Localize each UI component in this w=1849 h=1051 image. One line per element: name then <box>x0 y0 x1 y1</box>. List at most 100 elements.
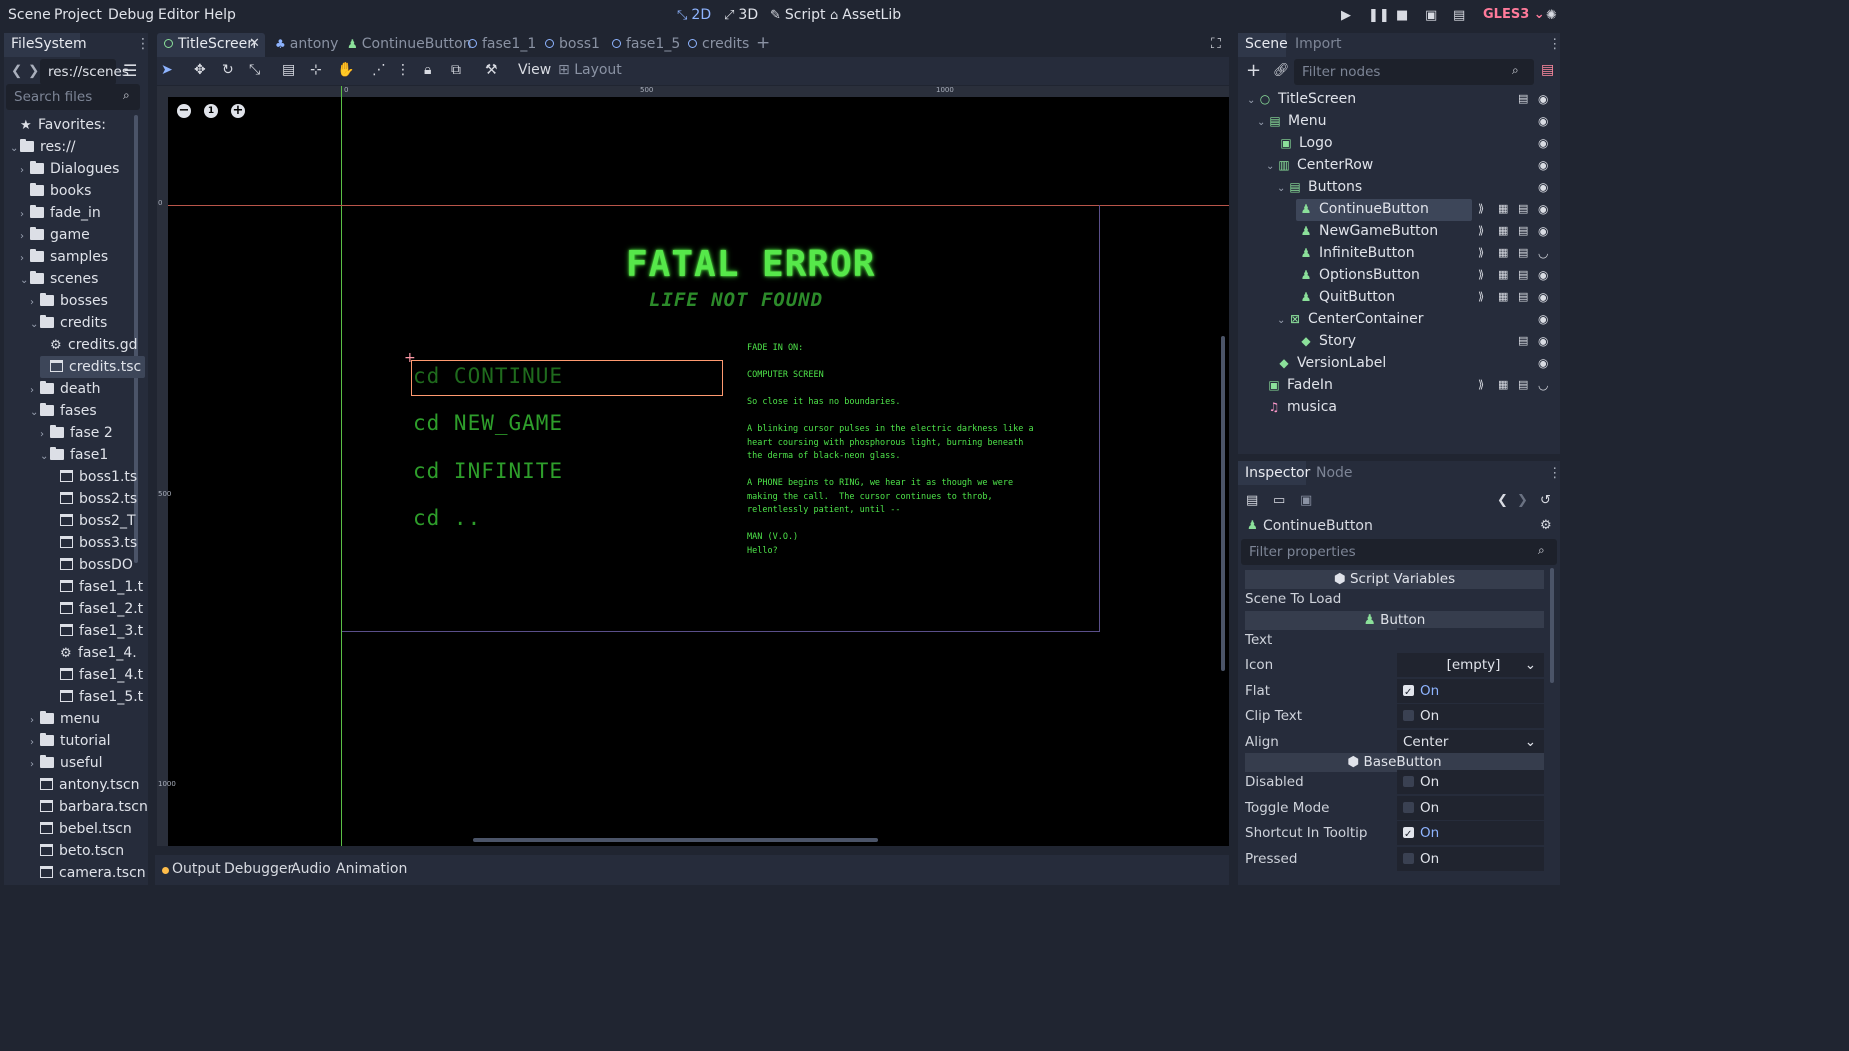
file-tree-row[interactable]: › useful <box>30 752 102 774</box>
file-tree-row[interactable]: boss2_T <box>50 510 136 532</box>
file-tree-row[interactable]: ★ Favorites: <box>10 114 106 136</box>
tab-inspector[interactable]: Inspector <box>1245 465 1310 481</box>
file-tree-row[interactable]: › menu <box>30 708 100 730</box>
signal-icon[interactable]: ⟫ <box>1478 202 1484 215</box>
file-tree-row[interactable]: › fade_in <box>20 202 101 224</box>
visibility-icon[interactable]: ◉ <box>1538 312 1548 326</box>
file-tree-row[interactable]: ⌄ credits <box>30 312 107 334</box>
history-forward-icon[interactable]: ❯ <box>1517 493 1528 508</box>
file-tree-row[interactable]: fase1_3.t <box>50 620 143 642</box>
infinite-button-label[interactable]: cd INFINITE <box>413 459 563 483</box>
file-tree-row[interactable]: bossDO <box>50 554 133 576</box>
history-icon[interactable]: ↺ <box>1540 493 1551 508</box>
visibility-icon[interactable]: ◉ <box>1538 356 1548 370</box>
visibility-icon[interactable]: ◉ <box>1538 114 1548 128</box>
file-tree-row[interactable]: › fase 2 <box>40 422 113 444</box>
file-tree-row[interactable]: ⌄ res:// <box>10 136 76 158</box>
group-icon[interactable]: ▦ <box>1498 290 1508 303</box>
scene-node[interactable]: ♟ ContinueButton <box>1288 198 1429 220</box>
snap-menu-icon[interactable]: ⋮ <box>396 62 410 78</box>
text-field[interactable] <box>1397 628 1544 652</box>
tab-filesystem[interactable]: FileSystem <box>11 36 87 52</box>
visibility-icon[interactable]: ◉ <box>1538 334 1548 348</box>
history-back-icon[interactable]: ❮ <box>1497 493 1508 508</box>
zoom-in-icon[interactable]: + <box>231 104 245 118</box>
file-tree-row[interactable]: antony.tscn <box>30 774 139 796</box>
file-tree-row[interactable]: ⌄ scenes <box>20 268 98 290</box>
scene-node[interactable]: ⌄ ▤ Menu <box>1257 110 1326 132</box>
file-tree-row[interactable]: barbara.tscn <box>30 796 148 818</box>
expand-arrow-icon[interactable]: › <box>20 226 30 248</box>
open-folder-icon[interactable]: ▭ <box>1273 493 1285 508</box>
scale-tool-icon[interactable]: ⤡ <box>249 62 260 78</box>
group-icon[interactable]: ▦ <box>1498 246 1508 259</box>
scene-node[interactable]: ♟ OptionsButton <box>1288 264 1420 286</box>
group-icon[interactable]: ▦ <box>1498 268 1508 281</box>
tab-titlescreen[interactable]: TitleScreen <box>164 33 256 57</box>
tab-scene[interactable]: Scene <box>1245 36 1288 52</box>
script-icon[interactable]: ▤ <box>1518 92 1528 105</box>
layout-menu[interactable]: ⊞ Layout <box>558 62 622 78</box>
expand-arrow-icon[interactable]: › <box>30 292 40 314</box>
expand-arrow-icon[interactable]: ⌄ <box>10 138 20 160</box>
expand-arrow-icon[interactable]: › <box>20 160 30 182</box>
expand-arrow-icon[interactable]: ⌄ <box>1257 112 1267 134</box>
expand-arrow-icon[interactable]: › <box>40 424 50 446</box>
filter-properties-input[interactable]: Filter properties <box>1241 539 1557 565</box>
group-icon[interactable]: ▦ <box>1498 202 1508 215</box>
file-tree-row[interactable]: › death <box>30 378 100 400</box>
clip-text-checkbox[interactable]: On <box>1397 704 1544 728</box>
signal-icon[interactable]: ⟫ <box>1478 268 1484 281</box>
object-tools-icon[interactable]: ⚙ <box>1540 518 1552 533</box>
scene-node[interactable]: ▣ Logo <box>1268 132 1332 154</box>
distraction-free-icon[interactable]: ⛶ <box>1211 36 1221 52</box>
scene-dock-menu-icon[interactable]: ⋮ <box>1548 36 1562 52</box>
mode-assetlib-button[interactable]: ⌂ AssetLib <box>830 7 901 23</box>
file-tree-row[interactable]: credits.tsc <box>40 356 146 378</box>
file-tree-row[interactable]: boss2.ts <box>50 488 137 510</box>
visibility-icon[interactable]: ◉ <box>1538 158 1548 172</box>
menu-project[interactable]: Project <box>54 7 102 23</box>
tab-output[interactable]: Output <box>172 861 221 877</box>
zoom-out-icon[interactable]: − <box>177 104 191 118</box>
script-icon[interactable]: ▤ <box>1518 290 1528 303</box>
file-tree-row[interactable]: fase1_4.t <box>50 664 143 686</box>
signal-icon[interactable]: ⟫ <box>1478 378 1484 391</box>
script-icon[interactable]: ▤ <box>1518 246 1528 259</box>
skeleton-icon[interactable]: ⚒ <box>485 62 498 78</box>
tab-boss1[interactable]: boss1 <box>545 33 600 57</box>
scene-node[interactable]: ⌄ ▤ Buttons <box>1277 176 1362 198</box>
file-tree-row[interactable]: beto.tscn <box>30 840 124 862</box>
pan-tool-icon[interactable]: ✋ <box>337 62 354 78</box>
pivot-tool-icon[interactable]: ⊹ <box>310 62 322 78</box>
instance-scene-icon[interactable]: 🔗︎ <box>1273 63 1290 78</box>
expand-arrow-icon[interactable]: › <box>30 380 40 402</box>
dock-menu-icon[interactable]: ⋮ <box>136 36 150 52</box>
menu-debug[interactable]: Debug <box>108 7 154 23</box>
file-tree-row[interactable]: ⚙ credits.gd <box>40 334 138 356</box>
mode-2d-button[interactable]: ⤡ 2D <box>677 7 711 23</box>
tab-debugger[interactable]: Debugger <box>224 861 293 877</box>
expand-arrow-icon[interactable]: ⌄ <box>40 446 50 468</box>
menu-scene[interactable]: Scene <box>8 7 51 23</box>
script-icon[interactable]: ▤ <box>1518 202 1528 215</box>
path-field[interactable]: res://scenes <box>40 59 129 85</box>
tab-animation[interactable]: Animation <box>336 861 407 877</box>
attach-script-icon[interactable]: ▤ <box>1541 62 1554 78</box>
inspector-scrollbar[interactable] <box>1550 568 1554 683</box>
split-view-icon[interactable]: ☰ <box>123 61 137 80</box>
rotate-tool-icon[interactable]: ↻ <box>222 62 234 78</box>
signal-icon[interactable]: ⟫ <box>1478 224 1484 237</box>
file-tree-row[interactable]: boss3.ts <box>50 532 137 554</box>
file-tree-row[interactable]: › samples <box>20 246 108 268</box>
add-node-icon[interactable]: + <box>1246 60 1261 81</box>
file-tree-row[interactable]: fase1_1.t <box>50 576 143 598</box>
expand-arrow-icon[interactable]: ⌄ <box>1247 90 1257 112</box>
newgame-button-label[interactable]: cd NEW_GAME <box>413 411 563 435</box>
file-tree-row[interactable]: ⌄ fase1 <box>40 444 108 466</box>
list-select-icon[interactable]: ▤ <box>282 62 295 78</box>
group-icon[interactable]: ▦ <box>1498 378 1508 391</box>
play-custom-scene-icon[interactable]: ▤ <box>1453 8 1465 23</box>
tab-import[interactable]: Import <box>1295 36 1341 52</box>
visibility-hidden-icon[interactable]: ◡ <box>1538 246 1548 260</box>
